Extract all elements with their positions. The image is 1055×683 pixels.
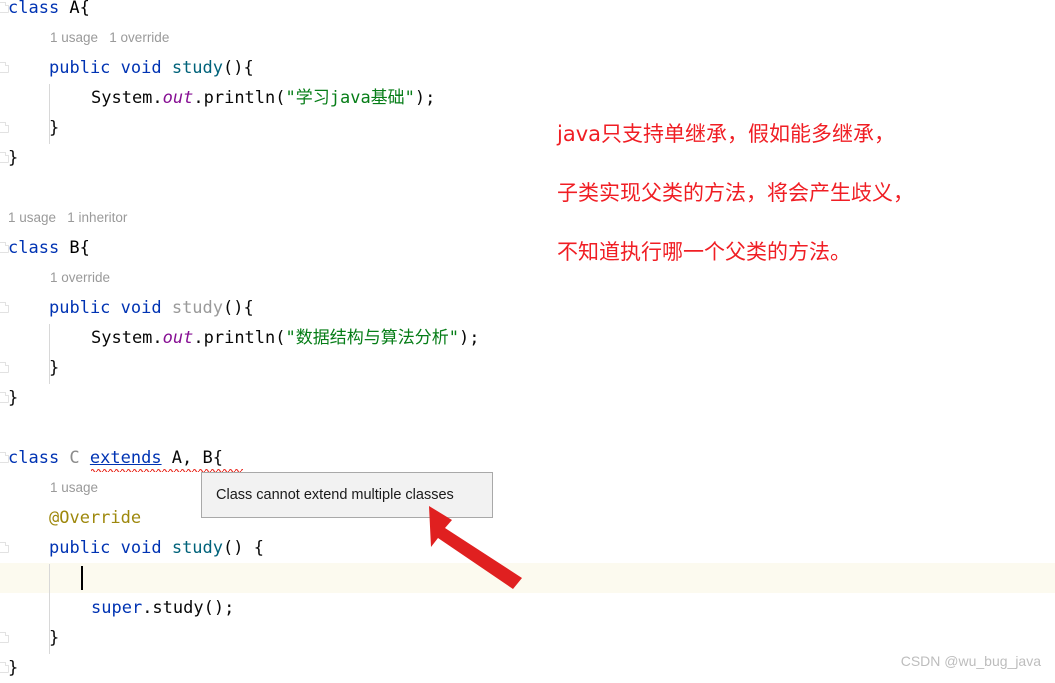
- inlay-hint-usage[interactable]: 1 usage: [50, 473, 98, 503]
- code-token: public void: [49, 298, 172, 318]
- fold-marker-icon[interactable]: [0, 302, 9, 313]
- code-token: @Override: [49, 508, 142, 528]
- code-token: }: [49, 358, 60, 378]
- inlay-hint-usage-override[interactable]: 1 usage 1 override: [50, 23, 169, 53]
- code-line[interactable]: System.out.println("学习java基础");: [91, 83, 435, 113]
- code-token: () {: [223, 538, 264, 558]
- code-token: System.: [91, 88, 163, 108]
- fold-marker-icon[interactable]: [0, 542, 9, 553]
- code-token: extends: [89, 448, 162, 468]
- code-line[interactable]: public void study() {: [49, 533, 264, 563]
- code-line[interactable]: }: [8, 143, 18, 173]
- code-editor[interactable]: class A{ 1 usage 1 override public void …: [0, 0, 1055, 678]
- code-token: A, B{: [161, 448, 223, 468]
- code-token: study: [171, 298, 224, 318]
- inlay-hint-override[interactable]: 1 override: [50, 263, 110, 293]
- code-token: class: [8, 0, 70, 18]
- code-token: }: [8, 388, 19, 408]
- code-token: );: [458, 328, 480, 348]
- code-token: "学习java基础": [285, 88, 415, 108]
- code-token: super: [91, 598, 143, 618]
- code-token: public void: [49, 58, 172, 78]
- fold-marker-icon[interactable]: [0, 122, 9, 133]
- code-line[interactable]: @Override: [49, 503, 141, 533]
- fold-marker-icon[interactable]: [0, 62, 9, 73]
- code-token: }: [8, 658, 19, 678]
- fold-marker-icon[interactable]: [0, 362, 9, 373]
- csdn-watermark: CSDN @wu_bug_java: [900, 653, 1041, 669]
- code-token: B{: [69, 238, 90, 258]
- code-token: (){: [223, 58, 254, 78]
- code-line[interactable]: }: [49, 113, 59, 143]
- code-line[interactable]: public void study(){: [49, 53, 254, 83]
- code-token: out: [162, 88, 194, 108]
- fold-marker-icon[interactable]: [0, 632, 9, 643]
- code-token: .study();: [142, 598, 235, 618]
- code-token: "数据结构与算法分析": [285, 328, 459, 348]
- code-line[interactable]: System.out.println("数据结构与算法分析");: [91, 323, 479, 353]
- code-line[interactable]: }: [8, 383, 18, 413]
- code-token: (){: [223, 298, 254, 318]
- code-token: }: [8, 148, 19, 168]
- text-caret: [81, 566, 83, 590]
- code-token: );: [414, 88, 436, 108]
- code-token: study: [171, 538, 224, 558]
- code-line[interactable]: }: [8, 653, 18, 683]
- code-line[interactable]: }: [49, 353, 59, 383]
- code-token: study: [171, 58, 224, 78]
- code-line[interactable]: public void study(){: [49, 293, 254, 323]
- inlay-hint-usage-inheritor[interactable]: 1 usage 1 inheritor: [8, 203, 127, 233]
- code-token: }: [49, 628, 60, 648]
- code-token: .println(: [193, 328, 286, 348]
- annotation-line-2: 子类实现父类的方法，将会产生歧义，: [557, 181, 914, 205]
- code-line[interactable]: class B{: [8, 233, 90, 263]
- code-token: class: [8, 448, 70, 468]
- code-token: }: [49, 118, 60, 138]
- code-token: System.: [91, 328, 163, 348]
- annotation-line-3: 不知道执行哪一个父类的方法。: [557, 240, 851, 264]
- annotation-line-1: java只支持单继承，假如能多继承，: [557, 122, 895, 146]
- code-line[interactable]: super.study();: [91, 593, 234, 623]
- code-line[interactable]: class A{: [8, 0, 90, 23]
- code-token: A{: [69, 0, 90, 18]
- red-arrow-annotation: [429, 506, 522, 589]
- code-token: class: [8, 238, 70, 258]
- code-token: C: [69, 448, 90, 468]
- code-token: out: [162, 328, 194, 348]
- code-line[interactable]: }: [49, 623, 59, 653]
- code-token: public void: [49, 538, 172, 558]
- code-token: .println(: [193, 88, 286, 108]
